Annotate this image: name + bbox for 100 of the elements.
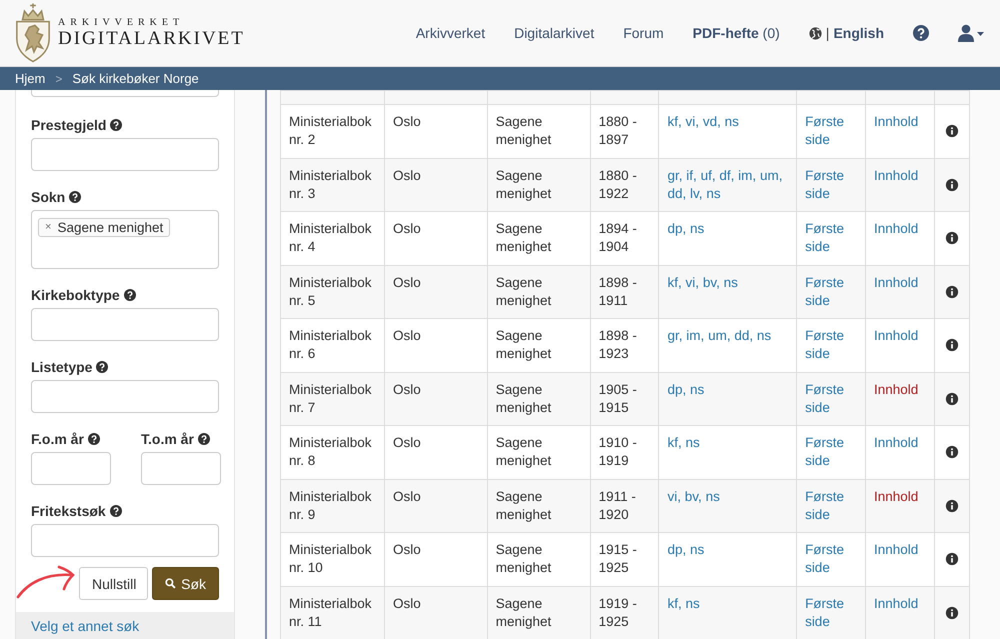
help-icon[interactable] (124, 289, 136, 301)
comma-separator: , (678, 435, 682, 450)
code-link[interactable]: lv (690, 186, 699, 200)
code-link[interactable]: um (708, 328, 727, 343)
info-icon[interactable] (944, 498, 959, 513)
table-cell: 1915 - 1925 (590, 532, 659, 586)
code-link[interactable]: ns (690, 382, 704, 396)
comma-separator: , (695, 274, 700, 290)
code-link[interactable]: ns (690, 542, 704, 557)
field-label: F.o.m år (31, 431, 84, 447)
comma-separator: , (752, 168, 756, 182)
info-icon[interactable] (944, 284, 959, 299)
code-link[interactable]: ns (706, 186, 721, 200)
code-link[interactable]: vi (667, 488, 678, 504)
info-icon[interactable] (944, 606, 959, 620)
code-link[interactable]: vi (686, 274, 696, 290)
code-link[interactable]: im (738, 168, 752, 182)
contents-link[interactable]: Innhold (874, 114, 918, 129)
help-icon[interactable] (913, 25, 929, 41)
tag-input-field[interactable]: × Sagene menighet (31, 210, 219, 269)
code-link[interactable]: uf (700, 168, 712, 182)
table-cell: Sagene menighet (487, 426, 590, 479)
language-link[interactable]: English (833, 25, 884, 41)
info-icon[interactable] (944, 392, 959, 406)
code-link[interactable]: bv (684, 488, 698, 504)
reset-button[interactable]: Nullstill (79, 567, 148, 600)
info-icon[interactable] (944, 338, 959, 352)
code-link[interactable]: dd (667, 186, 683, 200)
code-link[interactable]: vi (686, 114, 696, 129)
contents-link[interactable]: Innhold (874, 221, 918, 236)
code-link[interactable]: dp (667, 542, 683, 557)
code-link[interactable]: kf (667, 114, 678, 129)
info-icon[interactable] (944, 178, 959, 192)
code-link[interactable]: ns (706, 488, 720, 504)
comma-separator: , (698, 488, 702, 504)
contents-link[interactable]: Innhold (874, 274, 918, 290)
table-cell: Sagene menighet (487, 532, 590, 586)
table-cell: Sagene menighet (487, 479, 590, 532)
nav-link[interactable]: Digitalarkivet (514, 25, 594, 41)
pdf-link[interactable]: PDF-hefte (0) (692, 25, 780, 41)
code-link[interactable]: ns (756, 328, 772, 343)
comma-separator: , (698, 186, 703, 200)
contents-link[interactable]: Innhold (874, 168, 918, 182)
table-cell: Sagene menighet (487, 212, 590, 265)
code-link[interactable]: um (760, 168, 779, 182)
logo-title: DIGITALARKIVET (58, 28, 245, 50)
help-icon[interactable] (110, 119, 122, 131)
code-link[interactable]: kf (667, 435, 678, 450)
table-cell: Sagene menighet (487, 158, 590, 212)
code-link[interactable]: kf (667, 274, 678, 290)
user-menu-icon[interactable] (958, 24, 984, 42)
code-link[interactable]: df (719, 168, 731, 182)
table-cell: 1910 - 1919 (590, 426, 659, 479)
contents-link[interactable]: Innhold (874, 542, 918, 557)
breadcrumb-link[interactable]: Hjem (15, 71, 46, 86)
contents-link[interactable]: Innhold (874, 382, 918, 396)
table-cell: Oslo (384, 158, 488, 212)
globe-icon[interactable] (808, 26, 822, 40)
code-link[interactable]: gr (667, 328, 679, 343)
code-link[interactable]: ns (724, 114, 739, 129)
code-link[interactable]: ns (686, 596, 700, 610)
code-link[interactable]: ns (686, 435, 700, 450)
code-link[interactable]: vd (702, 114, 718, 129)
table-cell: 1894 - 1904 (590, 212, 659, 265)
contents-link[interactable]: Innhold (874, 435, 918, 450)
info-icon[interactable] (944, 552, 959, 566)
help-icon[interactable] (96, 361, 108, 373)
code-link[interactable]: if (686, 168, 694, 182)
contents-link[interactable]: Innhold (874, 488, 918, 504)
table-cell: Sagene menighet (487, 318, 590, 372)
field-label: T.o.m år (141, 431, 194, 447)
table-cell: Oslo (384, 426, 488, 479)
code-link[interactable]: bv (702, 274, 716, 290)
code-link[interactable]: gr (667, 168, 679, 182)
code-link[interactable]: ns (690, 221, 704, 236)
coat-of-arms-icon (14, 2, 52, 64)
help-icon[interactable] (110, 505, 122, 517)
remove-tag-button[interactable]: × (45, 221, 52, 233)
code-link[interactable]: dp (667, 221, 683, 236)
code-link[interactable]: dp (667, 382, 683, 396)
code-link[interactable]: kf (667, 596, 678, 610)
table-cell: Ministerialbok nr. 5 (280, 265, 384, 318)
info-icon[interactable] (944, 124, 959, 138)
nav-link[interactable]: Arkivverket (416, 25, 486, 41)
help-icon[interactable] (198, 433, 210, 445)
table-cell: 1905 - 1915 (590, 372, 659, 426)
info-icon[interactable] (944, 445, 959, 460)
info-icon[interactable] (944, 231, 959, 246)
contents-link[interactable]: Innhold (874, 328, 918, 343)
code-link[interactable]: ns (724, 274, 738, 290)
search-button[interactable]: Søk (152, 567, 219, 600)
code-link[interactable]: dd (734, 328, 750, 343)
help-icon[interactable] (88, 433, 100, 445)
contents-link[interactable]: Innhold (874, 596, 918, 610)
table-cell: Sagene menighet (487, 586, 590, 639)
other-search-link[interactable]: Velg et annet søk (31, 618, 140, 634)
breadcrumb-link[interactable]: Søk kirkebøker Norge (72, 71, 199, 86)
nav-link[interactable]: Forum (623, 25, 664, 41)
code-link[interactable]: im (686, 328, 701, 343)
help-icon[interactable] (69, 191, 82, 203)
